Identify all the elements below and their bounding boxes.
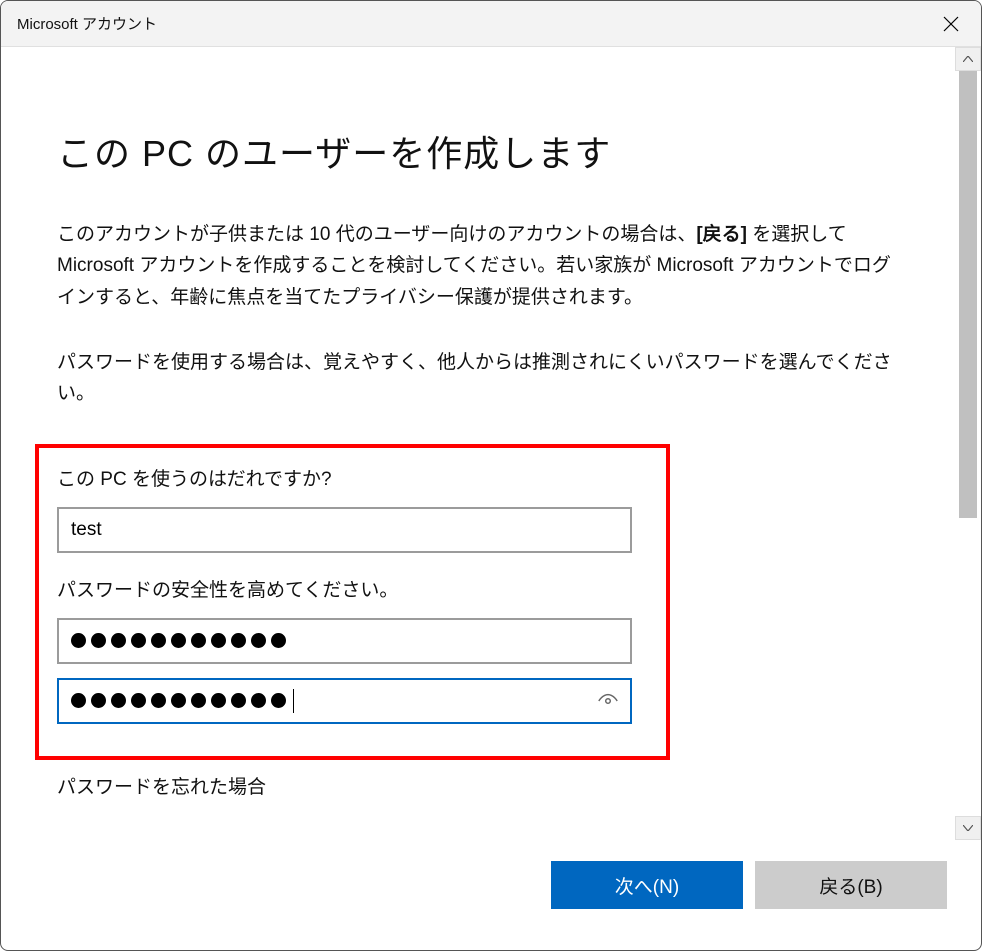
scroll-down-button[interactable] (955, 816, 981, 840)
username-label: この PC を使うのはだれですか? (57, 464, 648, 491)
intro-1-bold: [戻る] (696, 224, 747, 245)
titlebar: Microsoft アカウント (1, 1, 981, 47)
content-wrap: この PC のユーザーを作成します このアカウントが子供または 10 代のユーザ… (1, 47, 981, 840)
password-confirm-input[interactable] (57, 678, 632, 724)
next-button[interactable]: 次へ(N) (551, 861, 743, 909)
password-confirm-mask (69, 689, 596, 713)
username-input[interactable] (57, 507, 632, 553)
page-title: この PC のユーザーを作成します (57, 125, 935, 177)
reveal-password-button[interactable] (596, 689, 620, 713)
scroll-track[interactable] (959, 71, 977, 816)
intro-1-pre: このアカウントが子供または 10 代のユーザー向けのアカウントの場合は、 (57, 224, 696, 245)
vertical-scrollbar[interactable] (955, 47, 981, 840)
intro-paragraph-1: このアカウントが子供または 10 代のユーザー向けのアカウントの場合は、[戻る]… (57, 219, 892, 313)
intro-paragraph-2: パスワードを使用する場合は、覚えやすく、他人からは推測されにくいパスワードを選ん… (57, 347, 892, 410)
password-mask (69, 633, 620, 648)
eye-icon (597, 690, 619, 712)
close-icon (943, 16, 959, 32)
scroll-thumb[interactable] (959, 71, 977, 518)
password-input[interactable] (57, 618, 632, 664)
chevron-up-icon (963, 56, 973, 62)
window-title: Microsoft アカウント (17, 13, 157, 34)
scroll-up-button[interactable] (955, 47, 981, 71)
content-area: この PC のユーザーを作成します このアカウントが子供または 10 代のユーザ… (1, 47, 955, 840)
password-section-label: パスワードの安全性を高めてください。 (57, 575, 648, 602)
form-highlight-box: この PC を使うのはだれですか? パスワードの安全性を高めてください。 (35, 444, 670, 760)
close-button[interactable] (921, 1, 981, 47)
forgot-password-label: パスワードを忘れた場合 (57, 772, 935, 799)
back-button[interactable]: 戻る(B) (755, 861, 947, 909)
chevron-down-icon (963, 825, 973, 831)
dialog-window: Microsoft アカウント この PC のユーザーを作成します このアカウン… (0, 0, 982, 951)
footer-buttons: 次へ(N) 戻る(B) (1, 840, 981, 950)
